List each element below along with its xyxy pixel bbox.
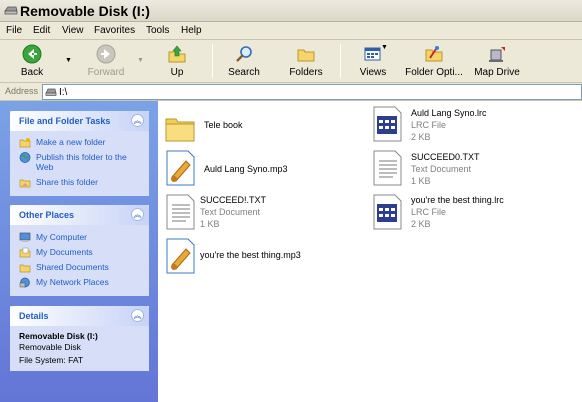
file-size: 1 KB xyxy=(200,219,220,229)
back-label: Back xyxy=(20,67,44,78)
file-name: Auld Lang Syno.mp3 xyxy=(204,164,288,174)
lrc-file-icon xyxy=(373,194,402,230)
file-item[interactable]: you're the best thing.lrc LRC File 2 KB xyxy=(371,193,571,233)
file-type: LRC File xyxy=(411,207,447,217)
file-name: you're the best thing.mp3 xyxy=(200,250,301,260)
address-input[interactable]: I:\ xyxy=(42,84,582,100)
panel-title: Other Places xyxy=(19,210,75,220)
folder-options-button[interactable]: Folder Opti... xyxy=(404,42,464,80)
menu-help[interactable]: Help xyxy=(181,25,202,36)
other-places-panel: Other Places ︽ My Computer My Documents … xyxy=(10,205,149,296)
file-folder-tasks-panel: File and Folder Tasks ︽ Make a new folde… xyxy=(10,111,149,196)
back-button[interactable]: Back xyxy=(12,42,52,80)
panel-header[interactable]: File and Folder Tasks ︽ xyxy=(10,111,149,131)
file-size: 1 KB xyxy=(411,176,431,186)
file-name: Auld Lang Syno.lrc xyxy=(411,108,487,118)
menu-file[interactable]: File xyxy=(6,25,22,36)
text-file-icon xyxy=(373,150,402,186)
search-label: Search xyxy=(228,67,260,78)
new-folder-icon xyxy=(19,138,31,148)
forward-arrow-icon xyxy=(96,44,116,64)
shared-folder-icon xyxy=(19,264,31,273)
back-dropdown-icon[interactable]: ▼ xyxy=(65,57,72,64)
network-icon xyxy=(19,277,30,288)
panel-header[interactable]: Details ︽ xyxy=(10,306,149,326)
up-folder-icon xyxy=(168,45,186,63)
folder-options-icon xyxy=(425,46,443,62)
panel-header[interactable]: Other Places ︽ xyxy=(10,205,149,225)
task-pane: File and Folder Tasks ︽ Make a new folde… xyxy=(0,101,158,402)
file-item[interactable]: SUCCEED0.TXT Text Document 1 KB xyxy=(371,149,571,189)
toolbar-separator xyxy=(340,44,341,78)
file-size: 2 KB xyxy=(411,132,431,142)
back-arrow-icon xyxy=(22,44,42,64)
share-folder-icon xyxy=(19,179,31,188)
drive-icon[interactable] xyxy=(4,5,18,15)
file-type: Text Document xyxy=(411,164,472,174)
toolbar: Back ▼ Forward ▼ Up Search Folders Views… xyxy=(0,40,582,83)
globe-icon xyxy=(19,152,31,163)
folders-icon xyxy=(297,49,315,62)
forward-button[interactable]: Forward xyxy=(84,42,128,80)
menu-tools[interactable]: Tools xyxy=(146,25,169,36)
file-name: you're the best thing.lrc xyxy=(411,195,504,205)
collapse-chevron-icon[interactable]: ︽ xyxy=(131,309,144,322)
forward-dropdown-icon[interactable]: ▼ xyxy=(137,57,144,64)
views-icon xyxy=(364,47,381,61)
file-size: 2 KB xyxy=(411,219,431,229)
up-label: Up xyxy=(170,67,184,78)
menu-view[interactable]: View xyxy=(62,25,84,36)
file-item[interactable]: SUCCEED!.TXT Text Document 1 KB xyxy=(164,193,354,233)
file-item[interactable]: Auld Lang Syno.mp3 xyxy=(164,149,354,189)
collapse-chevron-icon[interactable]: ︽ xyxy=(131,208,144,221)
panel-title: File and Folder Tasks xyxy=(19,116,111,126)
file-item[interactable]: Auld Lang Syno.lrc LRC File 2 KB xyxy=(371,105,571,145)
file-type: LRC File xyxy=(411,120,447,130)
map-drive-button[interactable]: Map Drive xyxy=(472,42,522,80)
menu-bar: File Edit View Favorites Tools Help xyxy=(0,22,582,40)
mp3-file-icon xyxy=(166,150,195,186)
menu-edit[interactable]: Edit xyxy=(33,25,50,36)
panel-title: Details xyxy=(19,311,49,321)
map-drive-icon xyxy=(489,47,505,62)
folders-label: Folders xyxy=(289,67,323,78)
file-item[interactable]: Tele book xyxy=(164,109,354,149)
file-list: Tele book Auld Lang Syno.lrc LRC File 2 … xyxy=(158,101,582,402)
menu-favorites[interactable]: Favorites xyxy=(94,25,135,36)
forward-label: Forward xyxy=(87,67,125,78)
file-name: SUCCEED!.TXT xyxy=(200,195,267,205)
folder-options-label: Folder Opti... xyxy=(405,67,463,78)
folders-button[interactable]: Folders xyxy=(284,42,328,80)
views-label: Views xyxy=(359,67,387,78)
file-name: SUCCEED0.TXT xyxy=(411,152,480,162)
folder-icon xyxy=(165,118,195,142)
address-label: Address xyxy=(5,86,39,96)
up-button[interactable]: Up xyxy=(158,42,196,80)
documents-folder-icon xyxy=(19,247,31,258)
map-drive-label: Map Drive xyxy=(474,67,520,78)
details-name: Removable Disk (I:) xyxy=(19,331,98,341)
drive-icon xyxy=(45,88,57,96)
search-button[interactable]: Search xyxy=(222,42,266,80)
file-type: Text Document xyxy=(200,207,261,217)
address-path: I:\ xyxy=(59,87,68,98)
title-bar: Removable Disk (I:) xyxy=(0,0,582,22)
window-title: Removable Disk (I:) xyxy=(20,3,150,19)
details-type: Removable Disk xyxy=(19,342,81,352)
search-icon xyxy=(236,46,252,62)
address-bar: Address I:\ xyxy=(0,83,582,101)
details-panel: Details ︽ Removable Disk (I:) Removable … xyxy=(10,306,149,371)
details-filesystem: File System: FAT xyxy=(19,355,84,365)
toolbar-separator xyxy=(212,44,213,78)
lrc-file-icon xyxy=(373,106,402,142)
text-file-icon xyxy=(166,194,195,230)
file-item[interactable]: you're the best thing.mp3 xyxy=(164,237,364,277)
file-name: Tele book xyxy=(204,120,243,130)
mp3-file-icon xyxy=(166,238,195,274)
views-dropdown-icon[interactable]: ▼ xyxy=(381,44,388,51)
computer-icon xyxy=(19,232,31,242)
collapse-chevron-icon[interactable]: ︽ xyxy=(131,114,144,127)
